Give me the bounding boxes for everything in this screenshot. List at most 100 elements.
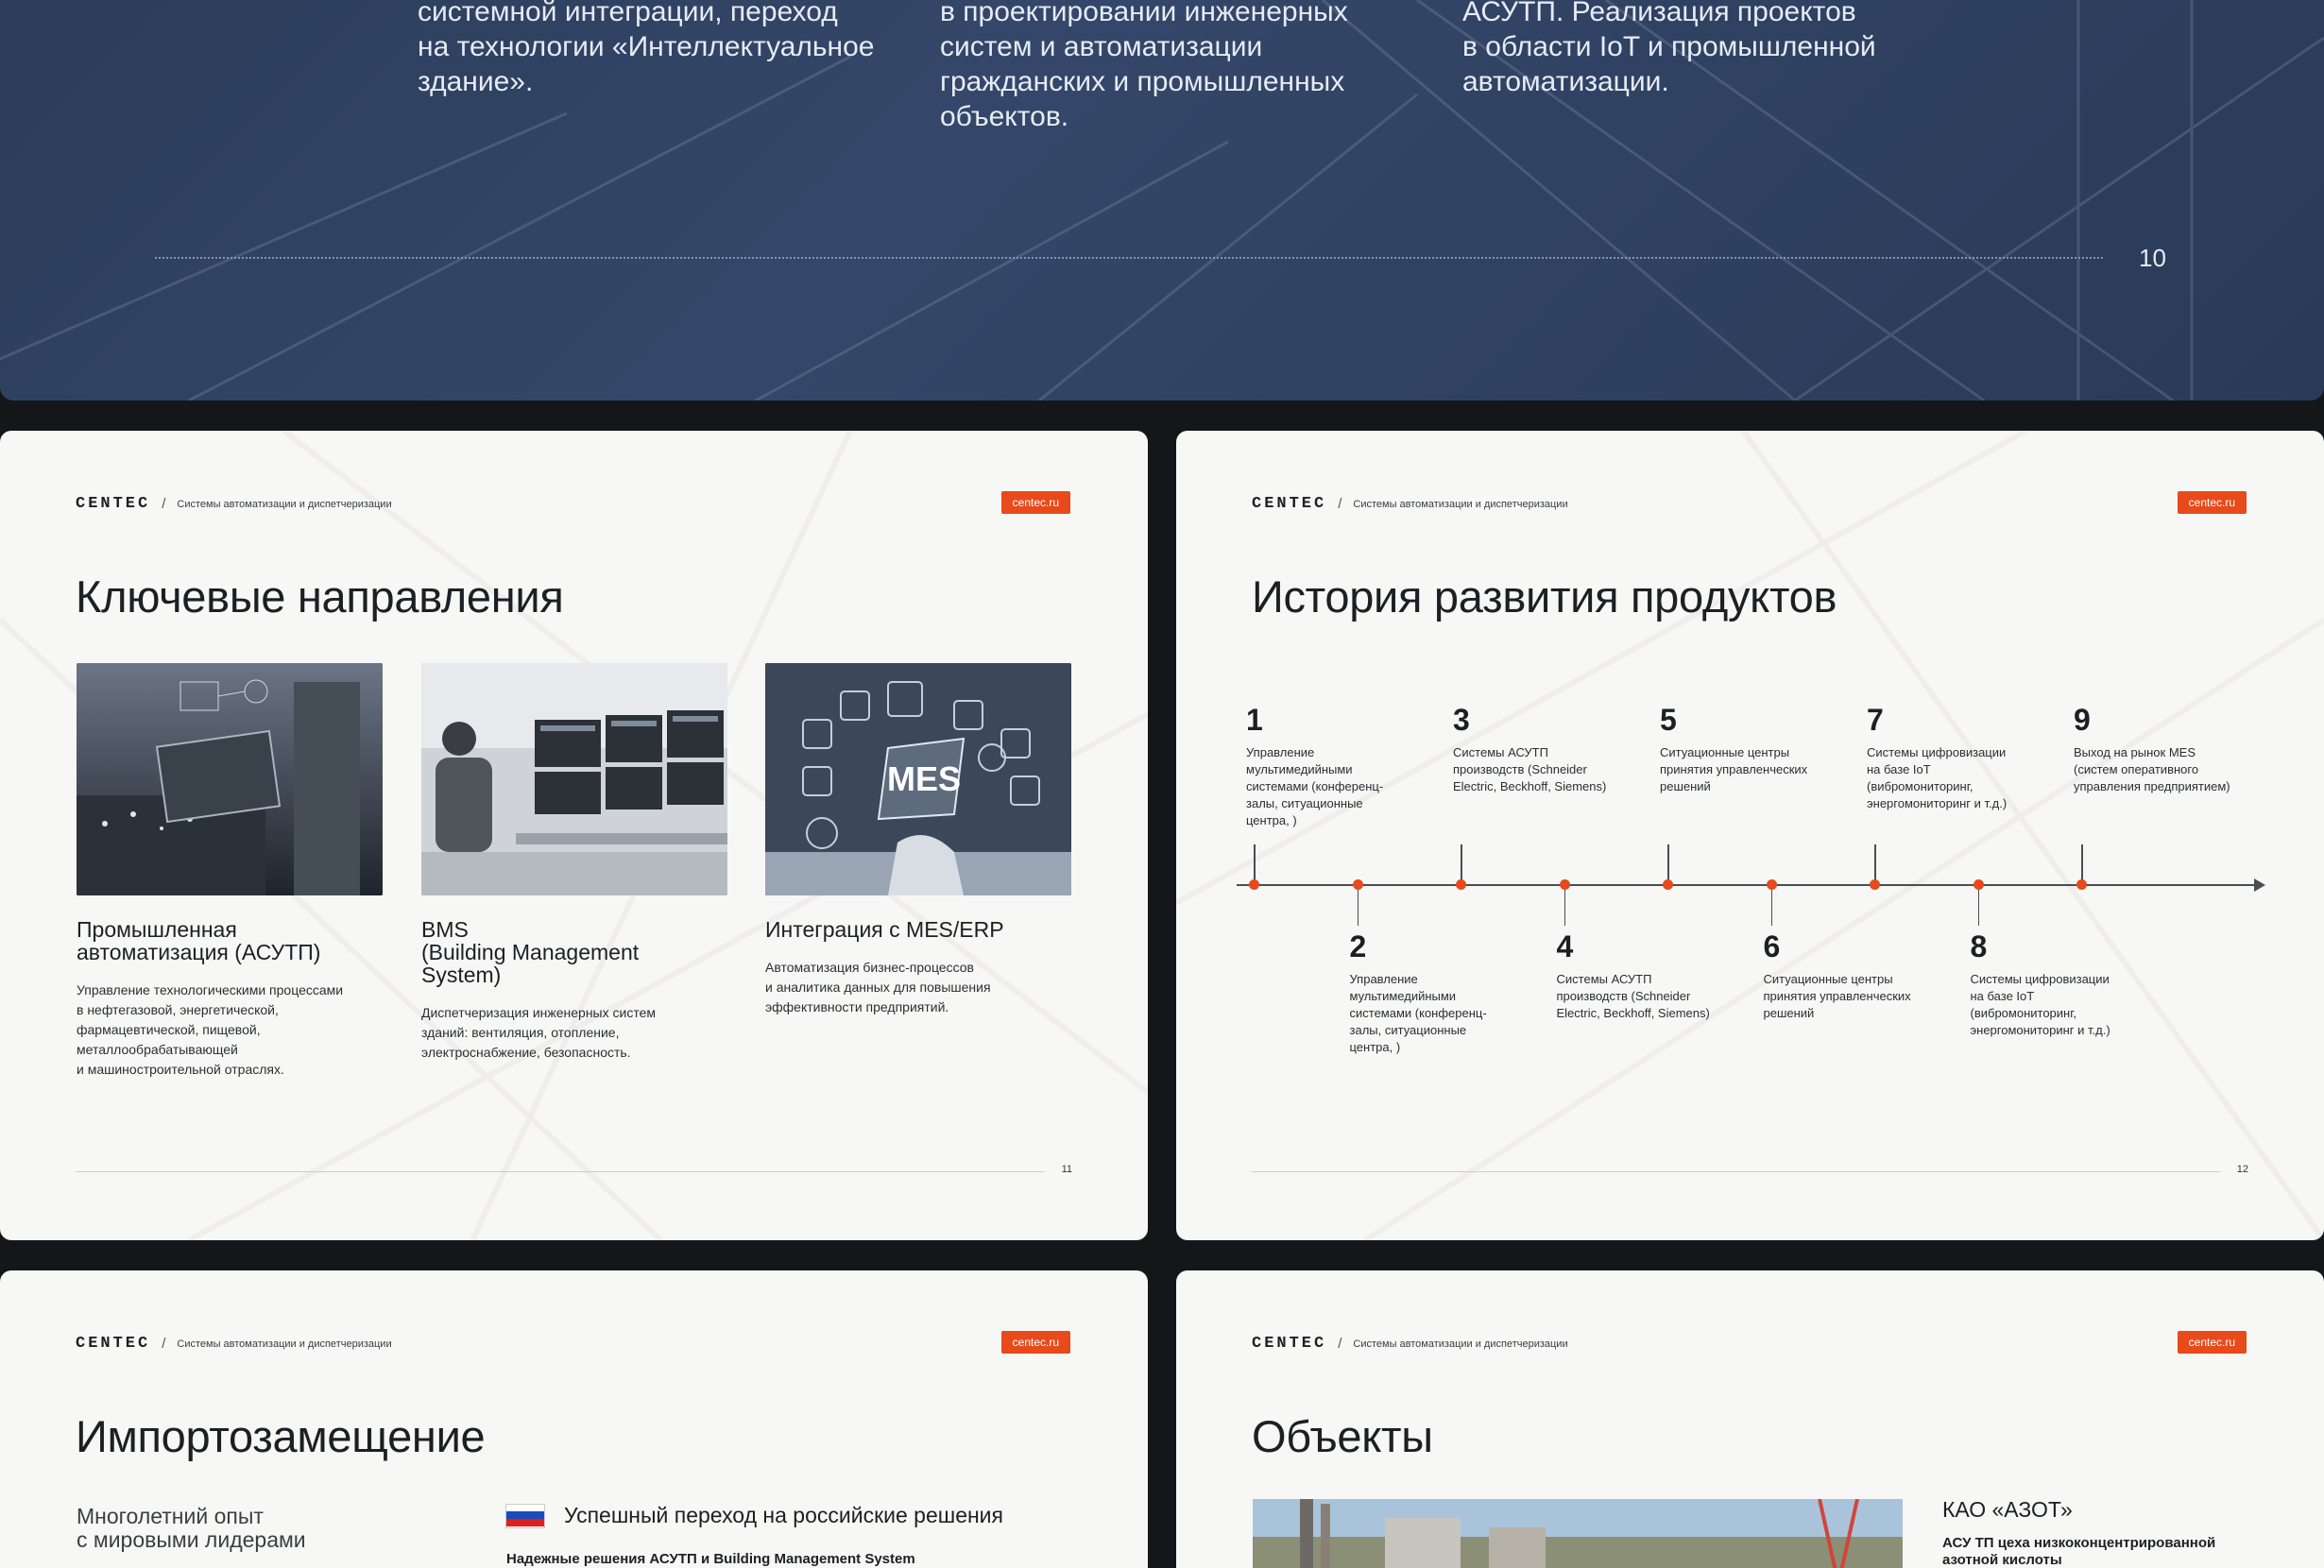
- object-photo: [1253, 1499, 1903, 1568]
- timeline-item-8: 8 Системы цифровизации на базе IoT (вибро…: [1971, 929, 2141, 1039]
- timeline-text: Системы АСУТП производств (Schneider Ele…: [1556, 972, 1710, 1020]
- slide-header: CENTEC / Системы автоматизации и диспетч…: [1252, 495, 1568, 513]
- timeline-arrow: [2254, 878, 2265, 892]
- site-link[interactable]: centec.ru: [1000, 491, 1070, 514]
- site-link[interactable]: centec.ru: [2177, 491, 2247, 514]
- top-column-1: системной интеграции, переход на техноло…: [418, 0, 875, 97]
- timeline-item-5: 5 Ситуационные центры принятия управленче…: [1660, 703, 1830, 795]
- slide-13[interactable]: CENTEC / Системы автоматизации и диспетч…: [0, 1270, 1148, 1568]
- divider-line: [155, 257, 2103, 259]
- timeline-item-3: 3 Системы АСУТП производств (Schneider El…: [1453, 703, 1623, 795]
- tagline: Системы автоматизации и диспетчеризации: [177, 1338, 392, 1350]
- timeline-number: 1: [1246, 703, 1263, 737]
- timeline-dot: [1973, 879, 1984, 890]
- timeline-text: Ситуационные центры принятия управленчес…: [1660, 745, 1808, 793]
- control-room-image: [421, 663, 727, 895]
- timeline-dot: [1352, 879, 1363, 890]
- timeline-number: 2: [1349, 929, 1367, 963]
- industrial-plant-image: [77, 663, 383, 895]
- timeline-number: 3: [1453, 703, 1470, 737]
- timeline-stem: [1461, 844, 1462, 884]
- page-number: 12: [2236, 1164, 2248, 1175]
- slide-10[interactable]: системной интеграции, переход на техноло…: [0, 0, 2324, 401]
- experience-text: Многолетний опыт с мировыми лидерами: [77, 1504, 306, 1552]
- timeline-number: 6: [1763, 929, 1781, 963]
- slide-12[interactable]: CENTEC / Системы автоматизации и диспетч…: [1176, 431, 2324, 1240]
- top-column-3: АСУТП. Реализация проектов в области IoT…: [1462, 0, 1876, 97]
- timeline-item-6: 6 Ситуационные центры принятия управленче…: [1764, 929, 1934, 1022]
- import-subheading: Надежные решения АСУТП и Building Manage…: [506, 1551, 915, 1567]
- footer-divider: [1252, 1171, 2220, 1172]
- slide-title: История развития продуктов: [1252, 571, 1837, 622]
- timeline-stem: [1977, 884, 1979, 926]
- centec-logo: CENTEC: [1252, 495, 1327, 513]
- timeline-stem: [1357, 884, 1359, 926]
- presentation-gallery: системной интеграции, переход на техноло…: [0, 0, 2324, 1568]
- mes-dashboard-image: MES: [765, 663, 1071, 895]
- timeline-item-9: 9 Выход на рынок MES (систем оперативного…: [2074, 703, 2244, 795]
- timeline-stem: [1254, 844, 1256, 884]
- slide-header: CENTEC / Системы автоматизации и диспетч…: [76, 1335, 392, 1353]
- card-bms: BMS (Building Management System) Диспетч…: [421, 663, 727, 1063]
- card-mes-erp: MES Интеграция с MES/ERP Автоматизация б…: [765, 663, 1071, 1017]
- card-industrial-automation: Промышленная автоматизация (АСУТП) Управ…: [77, 663, 383, 1080]
- timeline-number: 9: [2074, 703, 2091, 737]
- timeline-item-4: 4 Системы АСУТП производств (Schneider El…: [1557, 929, 1727, 1022]
- timeline-dot: [1663, 879, 1673, 890]
- page-number: 10: [2139, 244, 2166, 272]
- slide-header: CENTEC / Системы автоматизации и диспетч…: [1252, 1335, 1568, 1353]
- timeline-dot: [2076, 879, 2087, 890]
- timeline-number: 5: [1660, 703, 1677, 737]
- card-title: BMS (Building Management System): [421, 917, 640, 987]
- card-description: Автоматизация бизнес-процессов и аналити…: [765, 960, 991, 1014]
- timeline-number: 7: [1867, 703, 1884, 737]
- russia-flag-icon: [505, 1503, 545, 1528]
- slide-title: Ключевые направления: [76, 571, 564, 622]
- timeline-text: Ситуационные центры принятия управленчес…: [1763, 972, 1911, 1020]
- timeline-text: Системы АСУТП производств (Schneider Ele…: [1453, 745, 1607, 793]
- object-name: КАО «АЗОТ»: [1942, 1497, 2073, 1522]
- timeline-dot: [1870, 879, 1880, 890]
- site-link[interactable]: centec.ru: [1000, 1331, 1070, 1354]
- background-pattern: [1176, 431, 2324, 1240]
- top-column-2: в проектировании инженерных систем и авт…: [940, 0, 1348, 132]
- footer-divider: [76, 1171, 1044, 1172]
- slide-header: CENTEC / Системы автоматизации и диспетч…: [76, 495, 392, 513]
- timeline-text: Управление мультимедийными системами (ко…: [1246, 745, 1384, 827]
- card-title: Промышленная автоматизация (АСУТП): [77, 917, 321, 964]
- timeline-text: Системы цифровизации на базе IoT (вибром…: [1867, 745, 2008, 810]
- timeline-dot: [1456, 879, 1466, 890]
- tagline: Системы автоматизации и диспетчеризации: [177, 498, 392, 510]
- timeline-axis: [1237, 884, 2262, 886]
- centec-logo: CENTEC: [1252, 1335, 1327, 1353]
- slide-11[interactable]: CENTEC / Системы автоматизации и диспетч…: [0, 431, 1148, 1240]
- tagline: Системы автоматизации и диспетчеризации: [1353, 1338, 1568, 1350]
- timeline-stem: [2081, 844, 2083, 884]
- centec-logo: CENTEC: [76, 1335, 151, 1353]
- timeline-number: 4: [1556, 929, 1574, 963]
- slide-title: Объекты: [1252, 1411, 1433, 1461]
- timeline-item-2: 2 Управление мультимедийными системами (к…: [1350, 929, 1520, 1056]
- timeline-dot: [1766, 879, 1777, 890]
- timeline-stem: [1564, 884, 1565, 926]
- timeline-text: Управление мультимедийными системами (ко…: [1349, 972, 1487, 1054]
- site-link[interactable]: centec.ru: [2177, 1331, 2247, 1354]
- slide-title: Импортозамещение: [76, 1411, 486, 1461]
- timeline-text: Выход на рынок MES (систем оперативного …: [2074, 745, 2230, 793]
- card-description: Управление технологическими процессами в…: [77, 982, 344, 1077]
- timeline-item-7: 7 Системы цифровизации на базе IoT (вибро…: [1867, 703, 2037, 812]
- timeline-item-1: 1 Управление мультимедийными системами (к…: [1246, 703, 1416, 829]
- object-description: АСУ ТП цеха низкоконцентрированной азотн…: [1942, 1535, 2216, 1568]
- timeline-stem: [1667, 844, 1669, 884]
- mes-label: MES: [887, 759, 961, 798]
- import-heading-row: Успешный переход на российские решения: [505, 1503, 1003, 1528]
- timeline-text: Системы цифровизации на базе IoT (вибром…: [1970, 972, 2110, 1037]
- timeline-dot: [1249, 879, 1259, 890]
- slide-14[interactable]: CENTEC / Системы автоматизации и диспетч…: [1176, 1270, 2324, 1568]
- centec-logo: CENTEC: [76, 495, 151, 513]
- page-number: 11: [1061, 1164, 1072, 1175]
- timeline-stem: [1770, 884, 1772, 926]
- timeline-dot: [1559, 879, 1570, 890]
- card-title: Интеграция с MES/ERP: [765, 917, 1004, 942]
- card-description: Диспетчеризация инженерных систем зданий…: [421, 1005, 656, 1060]
